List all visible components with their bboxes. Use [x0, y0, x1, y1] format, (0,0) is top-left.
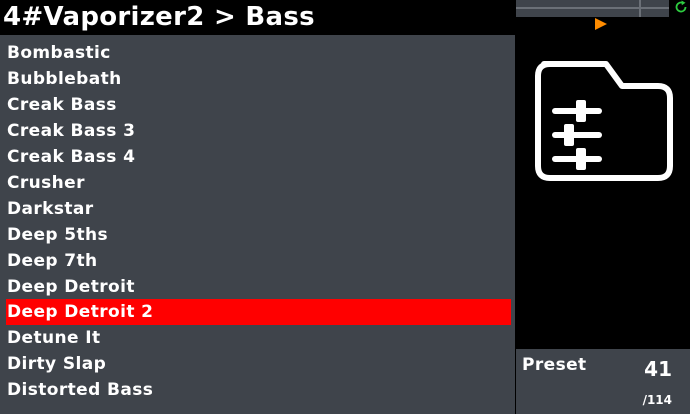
preset-list-item[interactable]: Deep Detroit	[6, 274, 511, 300]
preset-list-item[interactable]: Bombastic	[6, 40, 511, 66]
preset-list-item-selected[interactable]: Deep Detroit 2	[6, 299, 511, 325]
preset-list-item[interactable]: Deep 7th	[6, 248, 511, 274]
preset-list-item[interactable]: Creak Bass 4	[6, 144, 511, 170]
preset-list-item[interactable]: Detune It	[6, 325, 511, 351]
preset-list-item[interactable]: Deep 5ths	[6, 222, 511, 248]
header-bar: 4#Vaporizer2 > Bass	[0, 0, 515, 34]
progress-marker	[639, 0, 641, 17]
folder-sliders-icon	[535, 61, 673, 181]
preset-list[interactable]: Bombastic Bubblebath Creak Bass Creak Ba…	[0, 35, 515, 414]
preset-list-item[interactable]: Creak Bass 3	[6, 118, 511, 144]
preset-list-item[interactable]: Dirty Slap	[6, 351, 511, 377]
preset-number: 41	[644, 357, 672, 381]
preset-label: Preset	[522, 355, 587, 375]
preset-list-item[interactable]: Bubblebath	[6, 66, 511, 92]
info-panel: Preset 41 /114	[516, 0, 690, 414]
progress-track[interactable]	[516, 0, 669, 17]
preset-list-item[interactable]: Creak Bass	[6, 92, 511, 118]
preset-list-item[interactable]: Distorted Bass	[6, 377, 511, 403]
play-icon[interactable]	[595, 18, 607, 30]
preset-list-item[interactable]: Darkstar	[6, 196, 511, 222]
page-title: 4#Vaporizer2 > Bass	[3, 2, 315, 32]
refresh-icon[interactable]	[674, 0, 688, 14]
preset-counter: Preset 41 /114	[516, 349, 690, 414]
preset-list-item[interactable]: Crusher	[6, 170, 511, 196]
progress-line	[516, 7, 669, 9]
preset-total: /114	[642, 393, 672, 407]
